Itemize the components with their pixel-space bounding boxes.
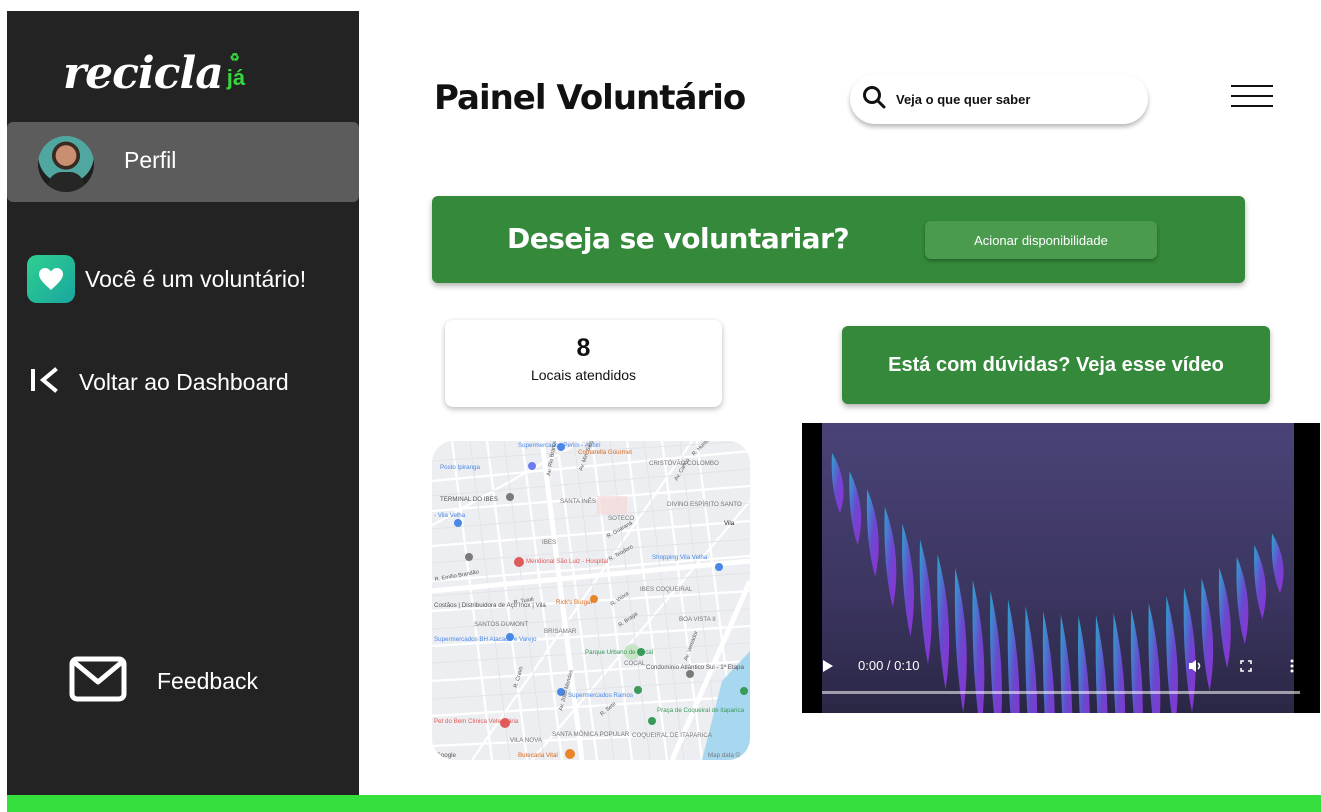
map-place-label: Supermercados Ramos [568,692,633,699]
map-place-label: COCAL [624,660,646,667]
map-place-label: VILA NOVA [510,737,543,744]
brand-logo[interactable]: recicla ♻ já [63,39,245,99]
map-place-label: Parque Urbano de Cocal [585,649,653,656]
served-locations-count: 8 [576,334,591,362]
map-place-label: Butecaria Vital [518,752,558,759]
map-place-label: TERMINAL DO IBES [440,496,498,503]
served-locations-card: 8 Locais atendidos [445,320,722,407]
map-place-label: Pet do Bem Clínica Veterinária [434,718,519,725]
map-place-label: BOA VISTA II [679,616,716,623]
volunteer-banner: Deseja se voluntariar? Acionar disponibi… [432,196,1245,283]
avatar [38,136,94,192]
recycle-icon: ♻ [229,52,240,64]
page-title: Painel Voluntário [434,78,746,118]
back-to-dashboard-link[interactable]: Voltar ao Dashboard [29,367,289,398]
sidebar-item-profile-label: Perfil [124,147,177,173]
volunteer-status-label: Você é um voluntário! [85,265,307,292]
map-place-label: BRISAMAR [544,628,577,635]
map-place-label: Posto Ipiranga [440,464,480,471]
search-box [850,74,1148,124]
fullscreen-icon[interactable] [1240,660,1252,675]
sidebar-item-profile[interactable]: Perfil [7,122,359,202]
brand-logo-accent-text: já [226,65,246,90]
app-root: recicla ♻ já Perfil Você é um voluntário!… [0,0,1321,812]
volunteer-status: Você é um voluntário! [27,255,306,303]
help-video-label: Está com dúvidas? Veja esse vídeo [888,353,1224,376]
map-place-label: Google [436,752,457,759]
map-place-label: Rick's Burger [556,599,593,606]
activate-availability-button[interactable]: Acionar disponibilidade [925,221,1157,259]
brand-logo-accent: ♻ já [226,52,246,91]
search-icon[interactable] [862,85,886,114]
map-place-label: DIVINO ESPÍRITO SANTO [667,501,742,508]
map-place-label: Vila [724,520,735,527]
video-progress-bar[interactable] [822,691,1300,694]
map-place-label: IBES [542,539,556,546]
map-place-label: Shopping Vila Velha [652,554,708,561]
video-time: 0:00 / 0:10 [858,658,920,673]
play-icon[interactable] [822,659,834,676]
volume-icon[interactable] [1188,659,1204,676]
map-place-label: COQUEIRAL DE ITAPARICA [632,732,713,739]
help-video-button[interactable]: Está com dúvidas? Veja esse vídeo [842,326,1270,404]
feedback-label: Feedback [157,668,259,694]
volunteer-banner-title: Deseja se voluntariar? [507,222,850,255]
map[interactable]: Supermercados Perim - Aribiri Comarella G… [432,441,750,760]
video-controls: 0:00 / 0:10 [802,423,1320,713]
map-place-label: Map data © [708,752,741,759]
served-locations-label: Locais atendidos [530,367,637,383]
heart-icon [27,255,75,303]
search-input[interactable] [896,91,1126,107]
video-player[interactable]: 0:00 / 0:10 [802,423,1320,713]
map-place-label: Condominio Atlântico Sul - 1ª Etapa [646,664,744,671]
map-canvas: Supermercados Perim - AribiriComarella G… [432,441,750,760]
map-place-label: SANTOS DUMONT [474,621,528,628]
chevron-left-bar-icon [29,367,61,398]
map-place-label: SANTA MÔNICA POPULAR [552,731,630,738]
map-place-label: SANTA INÊS [560,497,596,505]
brand-logo-name: recicla [63,48,224,99]
map-place-label: Meridional São Luiz - Hospital [526,558,608,565]
sidebar: recicla ♻ já Perfil Você é um voluntário!… [7,11,359,795]
mail-icon [69,656,127,707]
bottom-accent-bar [7,795,1321,812]
hamburger-menu-icon[interactable] [1231,85,1273,107]
back-to-dashboard-label: Voltar ao Dashboard [79,369,289,395]
map-place-label: Supermercados BH Atacado e Varejo [434,636,537,643]
map-place-label: Praça de Coqueiral de Itaparica [657,707,745,714]
more-options-icon[interactable] [1290,659,1294,676]
map-place-label: IBES COQUEIRAL [640,586,693,593]
feedback-link[interactable]: Feedback [69,656,258,707]
map-place-label: - Vila Velha [434,512,466,519]
